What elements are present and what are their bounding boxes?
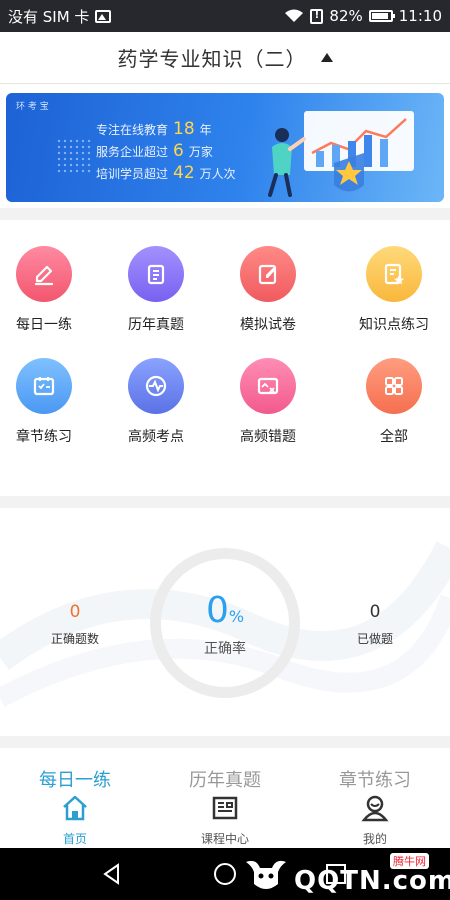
chart-illustration: [268, 111, 414, 197]
feature-all[interactable]: 全部: [338, 358, 450, 446]
checklist-icon: [16, 358, 72, 414]
bull-logo-icon: [246, 860, 286, 889]
subject-selector[interactable]: 药学专业知识（二）: [0, 32, 450, 84]
doc-star-icon: [366, 246, 422, 302]
tab-title: 历年真题: [189, 770, 261, 791]
book-icon: [212, 796, 238, 820]
feature-label: 高频错题: [240, 429, 296, 445]
clock: 11:10: [398, 7, 442, 25]
correct-count-value: 0: [69, 602, 81, 622]
dots-decoration: [56, 138, 92, 174]
tab-label: 我的: [362, 832, 387, 846]
tab-label: 首页: [62, 832, 87, 846]
edit-paper-icon: [240, 246, 296, 302]
feature-hot-points[interactable]: 高频考点: [100, 358, 212, 446]
feature-label: 高频考点: [128, 429, 184, 445]
back-icon[interactable]: [100, 862, 124, 886]
banner-brand: 环 考 宝: [16, 102, 49, 112]
tab-title: 章节练习: [339, 770, 411, 791]
carrier-text: 没有 SIM 卡: [8, 7, 90, 26]
error-card-icon: [240, 358, 296, 414]
banner-line-3: 培训学员超过 42 万人次: [96, 163, 236, 183]
battery-percent: 82%: [329, 7, 363, 25]
correct-count: 0 正确题数: [25, 602, 125, 647]
bottom-tab-bar: 每日一练 首页 历年真题 课程中心 章节练习 我的: [0, 748, 450, 848]
image-icon: [95, 9, 112, 23]
feature-daily-practice[interactable]: 每日一练: [0, 246, 100, 334]
feature-label: 知识点练习: [359, 317, 429, 333]
feature-label: 历年真题: [128, 317, 184, 333]
feature-past-exams[interactable]: 历年真题: [100, 246, 212, 334]
tab-courses[interactable]: 历年真题 课程中心: [150, 748, 300, 847]
feature-label: 每日一练: [16, 317, 72, 333]
tab-home[interactable]: 每日一练 首页: [0, 748, 150, 847]
promo-banner[interactable]: 环 考 宝 专注在线教育 18 年 服务企业超过 6 万家 培训学员超过 42 万人次: [6, 93, 444, 202]
clipboard-icon: [128, 246, 184, 302]
feature-label: 模拟试卷: [240, 317, 296, 333]
page-title: 药学专业知识（二）: [117, 47, 307, 71]
watermark-text: QQTN.com: [294, 866, 450, 896]
banner-section: 环 考 宝 专注在线教育 18 年 服务企业超过 6 万家 培训学员超过 42 万人次: [0, 84, 450, 208]
banner-line-1: 专注在线教育 18 年: [96, 119, 212, 139]
triangle-up-icon[interactable]: [320, 53, 333, 62]
done-count-label: 已做题: [356, 632, 393, 646]
tab-label: 课程中心: [200, 832, 249, 846]
stats-panel: 0% 正确率 0 正确题数 0 已做题: [0, 508, 450, 736]
wifi-icon: [285, 9, 304, 22]
tab-title: 每日一练: [39, 770, 111, 791]
watermark: 腾牛网 QQTN.com: [240, 850, 450, 898]
battery-icon: [368, 10, 395, 22]
accuracy-label: 正确率: [204, 641, 246, 657]
feature-knowledge-points[interactable]: 知识点练习: [338, 246, 450, 334]
done-count-value: 0: [369, 602, 381, 622]
status-bar: 没有 SIM 卡 ! 82% 11:10: [0, 0, 450, 32]
feature-chapter-practice[interactable]: 章节练习: [0, 358, 100, 446]
done-count: 0 已做题: [325, 602, 425, 647]
target-icon: [128, 358, 184, 414]
feature-frequent-errors[interactable]: 高频错题: [212, 358, 324, 446]
home-icon: [63, 795, 87, 821]
feature-label: 章节练习: [16, 429, 72, 445]
pencil-icon: [16, 246, 72, 302]
home-nav-icon[interactable]: [213, 862, 237, 886]
alert-icon: !: [310, 8, 324, 24]
feature-grid: 每日一练 历年真题 模拟试卷 知识点练习 章节练习 高频考点 高频错题 全部: [0, 220, 450, 496]
banner-line-2: 服务企业超过 6 万家: [96, 141, 213, 161]
grid-icon: [366, 358, 422, 414]
accuracy-rate: 0%: [205, 590, 245, 631]
user-icon: [361, 795, 389, 822]
tab-mine[interactable]: 章节练习 我的: [300, 748, 450, 847]
feature-label: 全部: [380, 429, 408, 445]
correct-count-label: 正确题数: [50, 632, 99, 646]
feature-mock-exam[interactable]: 模拟试卷: [212, 246, 324, 334]
